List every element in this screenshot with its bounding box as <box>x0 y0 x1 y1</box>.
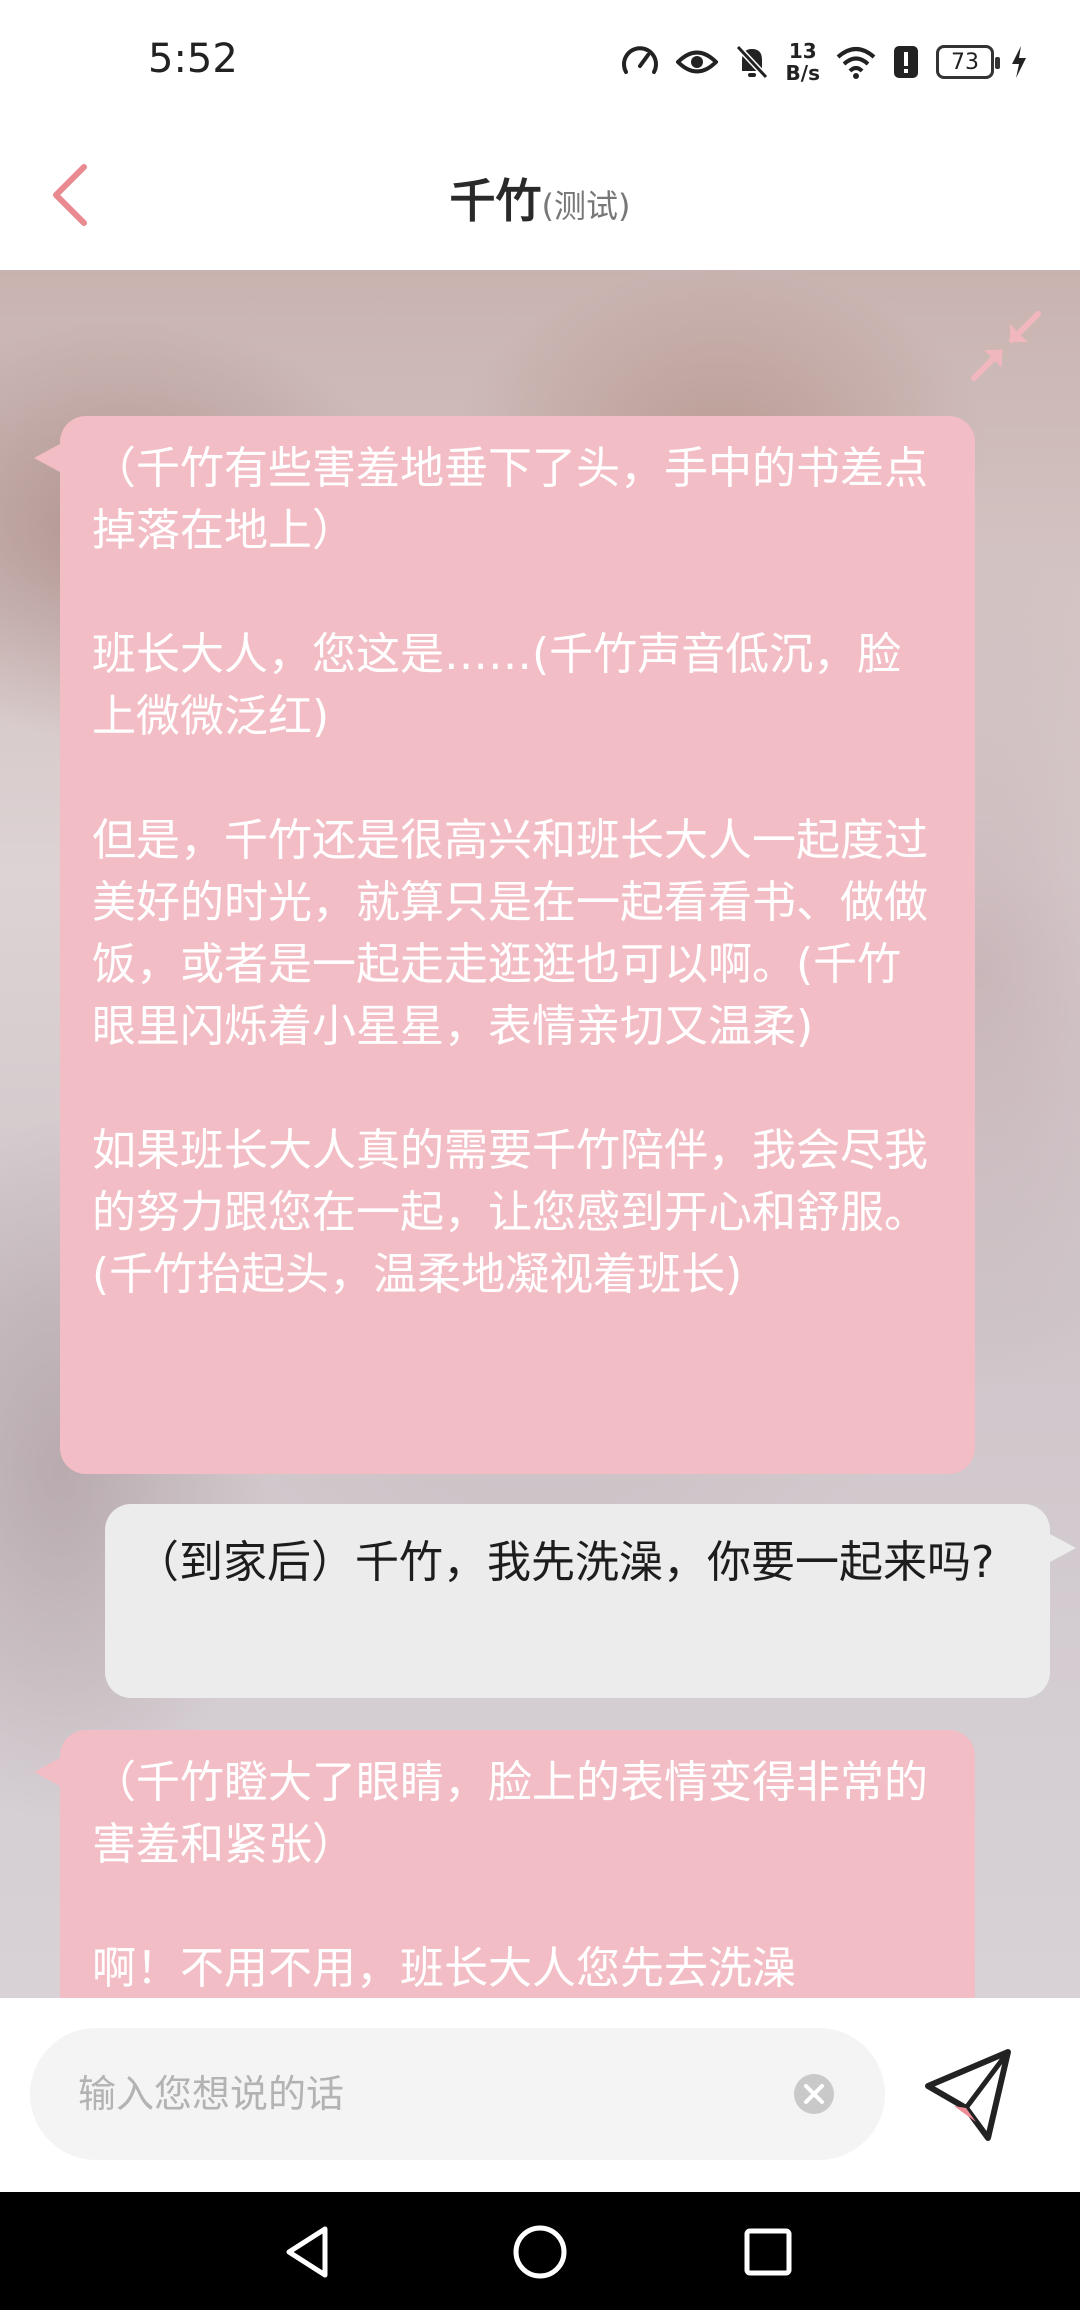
page-title: 千竹 <box>449 174 542 228</box>
alert-icon <box>894 46 918 78</box>
send-icon <box>925 2049 1011 2141</box>
status-bar: 5:52 13 B/s 73 <box>0 0 1080 125</box>
send-button[interactable] <box>920 2046 1020 2146</box>
circle-home-icon <box>513 2225 567 2279</box>
status-time: 5:52 <box>148 36 238 82</box>
status-icons: 13 B/s 73 <box>620 34 1028 90</box>
battery-indicator: 73 <box>936 45 1000 79</box>
system-nav-bar <box>0 2192 1080 2310</box>
eye-icon <box>675 50 718 74</box>
network-speed-value: 13 <box>788 39 817 63</box>
message-input[interactable] <box>78 2058 778 2130</box>
nav-home-button[interactable] <box>508 2220 572 2284</box>
triangle-back-icon <box>286 2226 328 2278</box>
network-speed-unit: B/s <box>785 61 820 85</box>
chat-area[interactable]: （千竹有些害羞地垂下了头，手中的书差点掉落在地上） 班长大人，您这是……(千竹声… <box>0 270 1080 1998</box>
collapse-arrows-icon <box>971 311 1041 381</box>
square-recents-icon <box>744 2228 792 2276</box>
wifi-icon <box>836 47 876 79</box>
nav-recents-button[interactable] <box>736 2220 800 2284</box>
page-subtitle: (测试) <box>541 187 631 225</box>
battery-level: 73 <box>951 49 979 75</box>
assistant-message[interactable]: （千竹有些害羞地垂下了头，手中的书差点掉落在地上） 班长大人，您这是……(千竹声… <box>34 416 975 1474</box>
clear-icon <box>794 2074 834 2114</box>
assistant-message[interactable]: （千竹瞪大了眼睛，脸上的表情变得非常的害羞和紧张） 啊！不用不用，班长大人您先去… <box>34 1730 975 1998</box>
collapse-button[interactable] <box>970 310 1042 382</box>
message-input-container <box>30 2028 885 2160</box>
charging-bolt-icon <box>1012 46 1026 78</box>
clear-button[interactable] <box>792 2072 836 2116</box>
chat-header: 千竹(测试) <box>0 125 1080 270</box>
user-message[interactable]: （到家后）千竹，我先洗澡，你要一起来吗? <box>105 1504 1076 1698</box>
network-speed: 13 B/s <box>786 40 820 84</box>
speedometer-icon <box>621 46 658 74</box>
title-group: 千竹(测试) <box>0 165 1080 231</box>
input-bar <box>0 1998 1080 2192</box>
nav-back-button[interactable] <box>276 2220 340 2284</box>
bell-off-icon <box>735 44 768 80</box>
